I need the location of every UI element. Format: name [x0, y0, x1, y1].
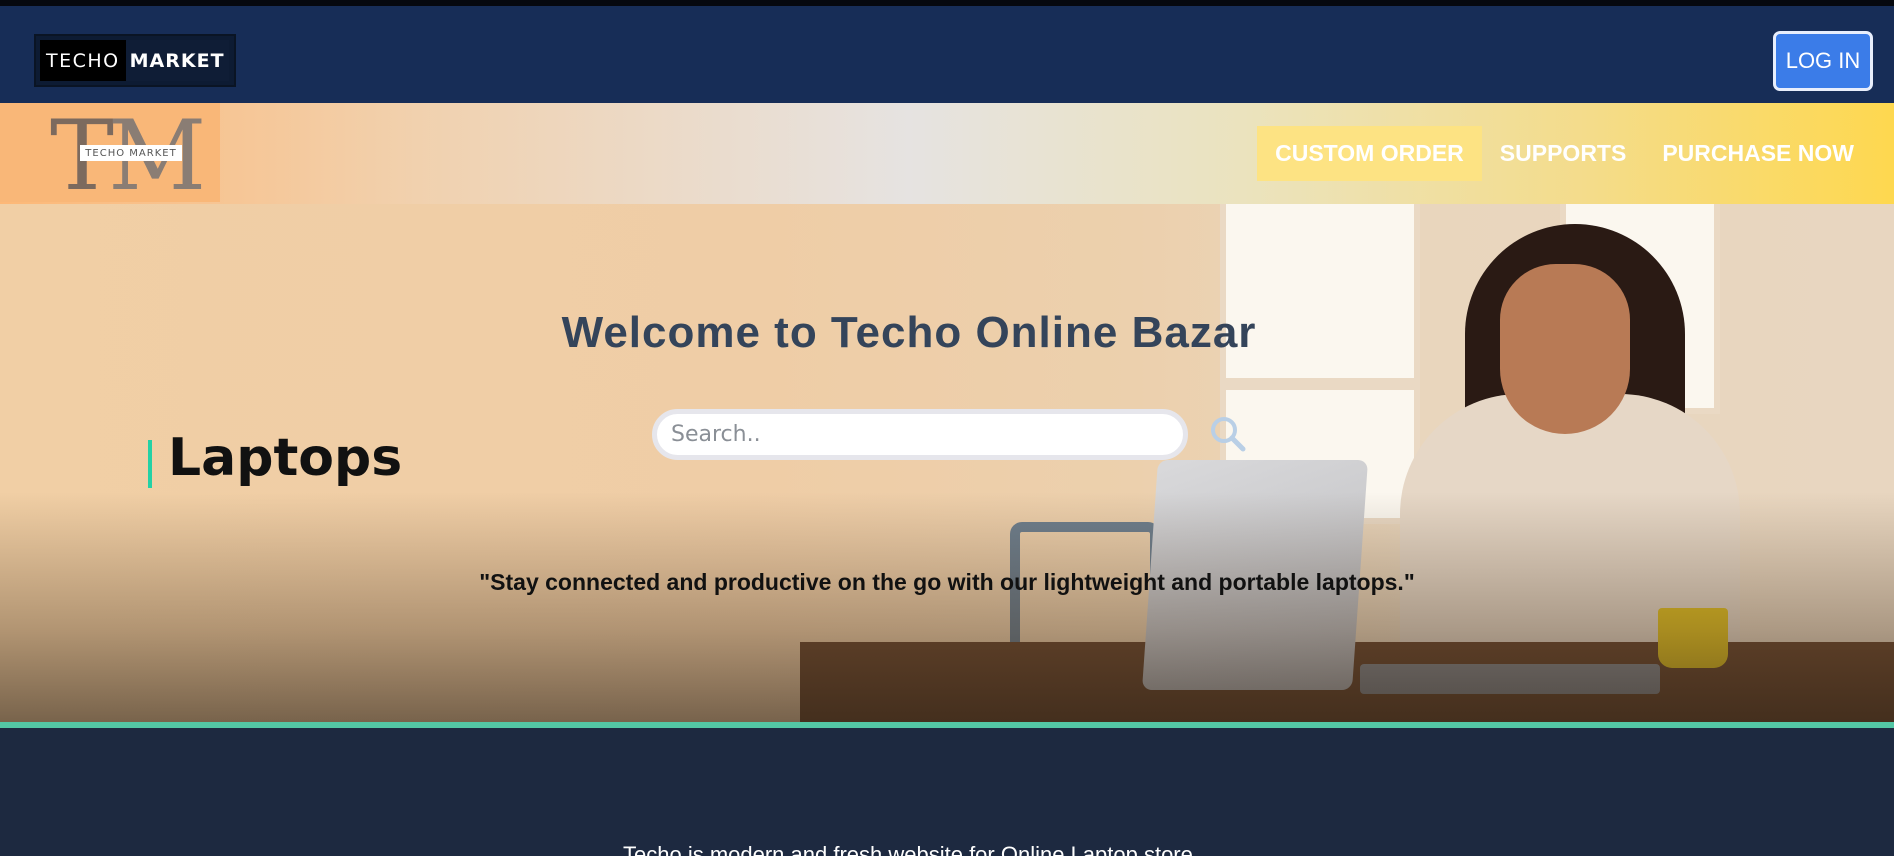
logo-word-techo: TECHO — [40, 40, 126, 81]
category-heading: Laptops — [168, 428, 403, 488]
footer: Techo is modern and fresh website for On… — [0, 728, 1894, 856]
navigation-band: TM TECHO MARKET CUSTOM ORDER SUPPORTS PU… — [0, 103, 1894, 204]
hero-shade-overlay — [0, 492, 1894, 722]
techo-market-logo[interactable]: TECHO MARKET — [34, 34, 236, 87]
nav-supports[interactable]: SUPPORTS — [1482, 126, 1645, 181]
hero-title: Welcome to Techo Online Bazar — [561, 308, 1257, 357]
main-nav: CUSTOM ORDER SUPPORTS PURCHASE NOW — [1257, 126, 1872, 181]
hero-tagline: "Stay connected and productive on the go… — [479, 569, 1415, 595]
tm-logo-plate: TECHO MARKET — [80, 145, 182, 161]
search-icon[interactable] — [1208, 414, 1248, 454]
search-input[interactable] — [657, 414, 1183, 455]
top-bar: TECHO MARKET LOG IN — [0, 6, 1894, 103]
nav-purchase-now[interactable]: PURCHASE NOW — [1644, 126, 1872, 181]
login-button[interactable]: LOG IN — [1773, 31, 1873, 91]
nav-custom-order[interactable]: CUSTOM ORDER — [1257, 126, 1482, 181]
tm-monogram-logo[interactable]: TM TECHO MARKET — [0, 103, 220, 204]
footer-description: Techo is modern and fresh website for On… — [623, 842, 1199, 856]
logo-inner: TECHO MARKET — [40, 40, 230, 81]
search-field — [652, 409, 1188, 460]
logo-word-market: MARKET — [125, 40, 229, 81]
category-marker — [148, 440, 152, 488]
